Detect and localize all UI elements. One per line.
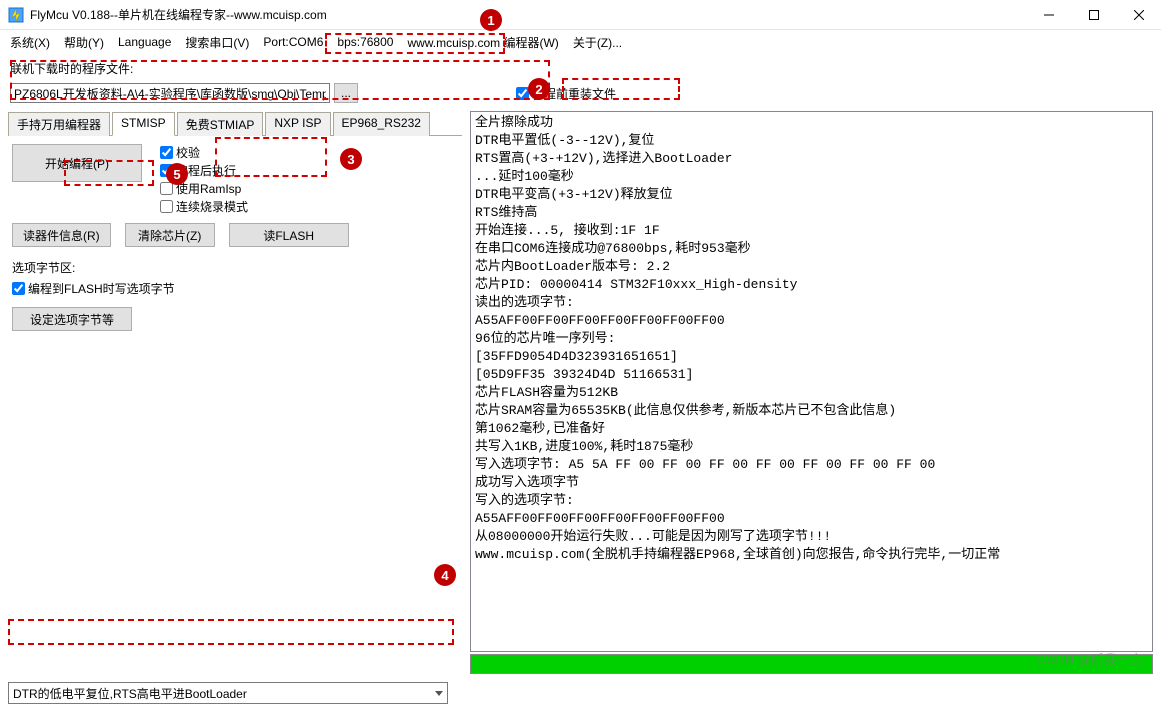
tab-ep968[interactable]: EP968_RS232 <box>333 112 430 136</box>
log-line: [35FFD9054D4D323931651651] <box>475 348 1148 366</box>
log-line: 芯片FLASH容量为512KB <box>475 384 1148 402</box>
log-line: DTR电平变高(+3-+12V)释放复位 <box>475 186 1148 204</box>
app-icon <box>8 7 24 23</box>
tab-stmisp[interactable]: STMISP <box>112 112 175 136</box>
log-line: 在串口COM6连接成功@76800bps,耗时953毫秒 <box>475 240 1148 258</box>
reload-checkbox[interactable] <box>516 87 529 100</box>
read-info-button[interactable]: 读器件信息(R) <box>12 223 111 247</box>
set-opt-button[interactable]: 设定选项字节等 <box>12 307 132 331</box>
tabs: 手持万用编程器 STMISP 免费STMIAP NXP ISP EP968_RS… <box>8 111 462 136</box>
menu-bps[interactable]: bps:76800 <box>337 35 393 49</box>
tab-stmiap[interactable]: 免费STMIAP <box>177 112 264 136</box>
log-line: RTS置高(+3-+12V),选择进入BootLoader <box>475 150 1148 168</box>
log-line: 96位的芯片唯一序列号: <box>475 330 1148 348</box>
log-line: 成功写入选项字节 <box>475 474 1148 492</box>
reload-label: 编程前重装文件 <box>532 85 616 102</box>
log-line: ...延时100毫秒 <box>475 168 1148 186</box>
prog-opt-checkbox[interactable] <box>12 282 25 295</box>
run-after-checkbox-wrap[interactable]: 编程后执行 <box>160 162 248 179</box>
reload-checkbox-wrap[interactable]: 编程前重装文件 <box>516 85 616 102</box>
log-line: 写入的选项字节: <box>475 492 1148 510</box>
watermark: CSDN @听我一言 <box>1037 649 1143 668</box>
log-line: 写入选项字节: A5 5A FF 00 FF 00 FF 00 FF 00 FF… <box>475 456 1148 474</box>
menu-search-port[interactable]: 搜索串口(V) <box>185 34 249 51</box>
log-line: www.mcuisp.com(全脱机手持编程器EP968,全球首创)向您报告,命… <box>475 546 1148 564</box>
file-row: 联机下载时的程序文件: <box>0 54 1161 83</box>
log-line: A55AFF00FF00FF00FF00FF00FF00FF00 <box>475 510 1148 528</box>
file-path-input[interactable] <box>10 83 330 103</box>
log-line: 全片擦除成功 <box>475 114 1148 132</box>
ramisp-checkbox-wrap[interactable]: 使用RamIsp <box>160 180 248 197</box>
menu-mcuisp[interactable]: www.mcuisp.com 编程器(W) <box>407 34 558 51</box>
log-box[interactable]: 全片擦除成功DTR电平置低(-3--12V),复位RTS置高(+3-+12V),… <box>470 111 1153 652</box>
menu-language[interactable]: Language <box>118 35 171 49</box>
log-line: DTR电平置低(-3--12V),复位 <box>475 132 1148 150</box>
verify-checkbox[interactable] <box>160 146 173 159</box>
start-program-button[interactable]: 开始编程(P) <box>12 144 142 182</box>
titlebar: FlyMcu V0.188--单片机在线编程专家--www.mcuisp.com <box>0 0 1161 30</box>
menu-port[interactable]: Port:COM6 <box>263 35 323 49</box>
maximize-button[interactable] <box>1071 0 1116 30</box>
opt-section-label: 选项字节区: <box>12 259 458 276</box>
menubar: 系统(X) 帮助(Y) Language 搜索串口(V) Port:COM6 b… <box>0 30 1161 54</box>
browse-button[interactable]: ... <box>334 83 358 103</box>
tab-nxpisp[interactable]: NXP ISP <box>265 112 330 136</box>
tab-handheld[interactable]: 手持万用编程器 <box>8 112 110 136</box>
verify-checkbox-wrap[interactable]: 校验 <box>160 144 248 161</box>
run-after-checkbox[interactable] <box>160 164 173 177</box>
log-line: 开始连接...5, 接收到:1F 1F <box>475 222 1148 240</box>
reset-mode-value: DTR的低电平复位,RTS高电平进BootLoader <box>13 685 247 702</box>
close-button[interactable] <box>1116 0 1161 30</box>
log-line: 芯片SRAM容量为65535KB(此信息仅供参考,新版本芯片已不包含此信息) <box>475 402 1148 420</box>
loop-checkbox-wrap[interactable]: 连续烧录模式 <box>160 198 248 215</box>
erase-button[interactable]: 清除芯片(Z) <box>125 223 215 247</box>
window-title: FlyMcu V0.188--单片机在线编程专家--www.mcuisp.com <box>30 6 1026 23</box>
chevron-down-icon <box>435 691 443 696</box>
minimize-button[interactable] <box>1026 0 1071 30</box>
log-line: 共写入1KB,进度100%,耗时1875毫秒 <box>475 438 1148 456</box>
loop-checkbox[interactable] <box>160 200 173 213</box>
log-line: [05D9FF35 39324D4D 51166531] <box>475 366 1148 384</box>
ramisp-checkbox[interactable] <box>160 182 173 195</box>
log-line: 读出的选项字节: <box>475 294 1148 312</box>
prog-opt-checkbox-wrap[interactable]: 编程到FLASH时写选项字节 <box>12 280 458 297</box>
menu-about[interactable]: 关于(Z)... <box>573 34 622 51</box>
read-flash-button[interactable]: 读FLASH <box>229 223 349 247</box>
menu-system[interactable]: 系统(X) <box>10 34 50 51</box>
reset-mode-combo[interactable]: DTR的低电平复位,RTS高电平进BootLoader <box>8 682 448 704</box>
log-line: 从08000000开始运行失败...可能是因为刚写了选项字节!!! <box>475 528 1148 546</box>
log-line: 第1062毫秒,已准备好 <box>475 420 1148 438</box>
log-line: 芯片内BootLoader版本号: 2.2 <box>475 258 1148 276</box>
menu-help[interactable]: 帮助(Y) <box>64 34 104 51</box>
file-label: 联机下载时的程序文件: <box>10 60 133 77</box>
log-line: A55AFF00FF00FF00FF00FF00FF00FF00 <box>475 312 1148 330</box>
log-line: RTS维持高 <box>475 204 1148 222</box>
log-line: 芯片PID: 00000414 STM32F10xxx_High-density <box>475 276 1148 294</box>
